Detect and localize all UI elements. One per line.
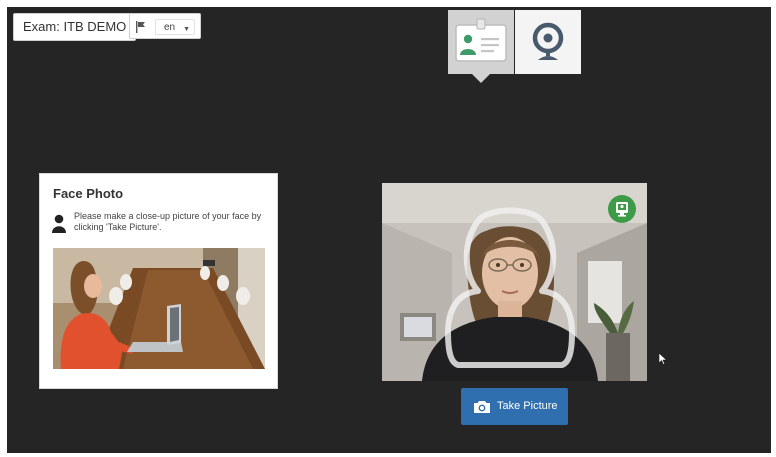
language-value: en: [164, 22, 176, 33]
face-photo-card: Face Photo Please make a close-up pictur…: [39, 173, 278, 389]
flag-icon: [136, 21, 145, 33]
step-webcam[interactable]: [515, 10, 581, 74]
chevron-down-icon: ▼: [183, 26, 190, 33]
exam-badge: Exam: ITB DEMO: [13, 13, 137, 41]
webcam-preview: [382, 183, 647, 381]
sample-face-photo: [53, 248, 265, 369]
language-dropdown[interactable]: en ▼: [155, 19, 195, 35]
camera-icon: [474, 401, 490, 413]
verification-steps: [448, 10, 581, 83]
person-icon: [52, 214, 66, 233]
step-id-card[interactable]: [448, 10, 514, 74]
webcam-icon: [532, 22, 564, 60]
card-title: Face Photo: [53, 186, 124, 201]
take-picture-button[interactable]: Take Picture: [461, 388, 568, 425]
exam-label: Exam: ITB DEMO: [23, 19, 127, 34]
id-monitor-icon: [616, 202, 628, 217]
language-selector[interactable]: en ▼: [129, 13, 201, 39]
instructions-text: Please make a close-up picture of your f…: [74, 211, 262, 232]
active-step-pointer: [472, 74, 490, 83]
take-picture-label: Take Picture: [497, 400, 558, 412]
id-verified-indicator: [608, 195, 636, 223]
mouse-cursor-icon: [659, 353, 667, 365]
exam-stage: Exam: ITB DEMO en ▼ Face Photo Please ma…: [7, 7, 771, 453]
id-card-icon: [455, 18, 507, 62]
